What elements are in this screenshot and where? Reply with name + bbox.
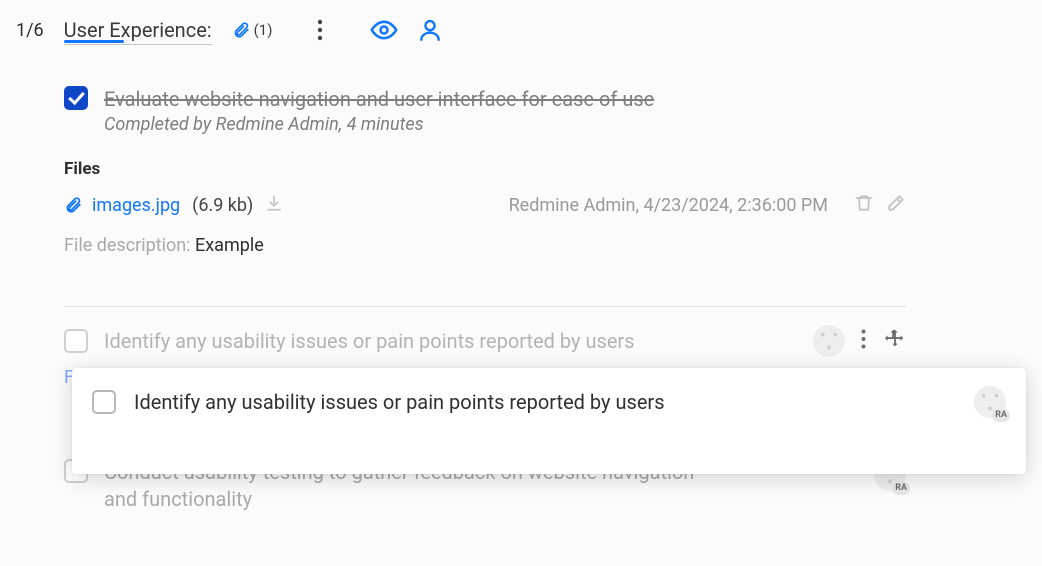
task-checkbox[interactable]	[92, 390, 116, 414]
move-icon	[884, 328, 906, 350]
file-row: images.jpg (6.9 kb) Redmine Admin, 4/23/…	[64, 193, 906, 217]
watch-button[interactable]	[368, 14, 400, 46]
paperclip-icon	[232, 21, 250, 39]
assignee-avatar[interactable]: RA	[974, 386, 1006, 418]
progress-counter: 1/6	[16, 20, 44, 41]
attachments-count: (1)	[254, 21, 273, 39]
task-row-1: Evaluate website navigation and user int…	[64, 86, 906, 135]
task-title: Evaluate website navigation and user int…	[104, 86, 906, 112]
more-vertical-icon	[317, 19, 323, 41]
avatar-initials: RA	[892, 482, 910, 495]
assignee-button[interactable]	[414, 14, 446, 46]
download-button[interactable]	[265, 194, 283, 216]
user-icon	[417, 17, 443, 43]
drag-handle[interactable]	[884, 328, 906, 354]
file-description-label: File description:	[64, 235, 195, 256]
files-heading: Files	[64, 159, 906, 179]
more-vertical-icon	[861, 329, 866, 349]
divider	[64, 306, 906, 307]
title-underline	[64, 40, 124, 43]
assignee-avatar[interactable]	[813, 325, 845, 357]
delete-file-button[interactable]	[854, 193, 874, 217]
download-icon	[265, 194, 283, 212]
task-completed-meta: Completed by Redmine Admin, 4 minutes	[104, 114, 906, 135]
edit-file-button[interactable]	[886, 193, 906, 217]
task-title: Identify any usability issues or pain po…	[134, 390, 956, 414]
file-description-row: File description: Example	[64, 235, 906, 256]
file-description-value: Example	[195, 235, 264, 256]
file-meta: Redmine Admin, 4/23/2024, 2:36:00 PM	[509, 195, 828, 216]
eye-icon	[370, 16, 398, 44]
task-checkbox[interactable]	[64, 329, 88, 353]
dragging-task-card[interactable]: Identify any usability issues or pain po…	[72, 368, 1026, 474]
paperclip-icon	[64, 196, 82, 214]
task-checkbox[interactable]	[64, 86, 88, 110]
attachments-badge[interactable]: (1)	[232, 21, 273, 39]
task-title: Identify any usability issues or pain po…	[104, 329, 797, 353]
edit-icon	[886, 193, 906, 213]
file-size: (6.9 kb)	[192, 195, 253, 216]
task-row-2-ghost: Identify any usability issues or pain po…	[64, 325, 906, 357]
avatar-initials: RA	[992, 409, 1010, 422]
row-more-button[interactable]	[861, 329, 866, 353]
more-menu-button[interactable]	[304, 14, 336, 46]
file-name-link[interactable]: images.jpg	[92, 195, 180, 216]
trash-icon	[854, 193, 874, 213]
